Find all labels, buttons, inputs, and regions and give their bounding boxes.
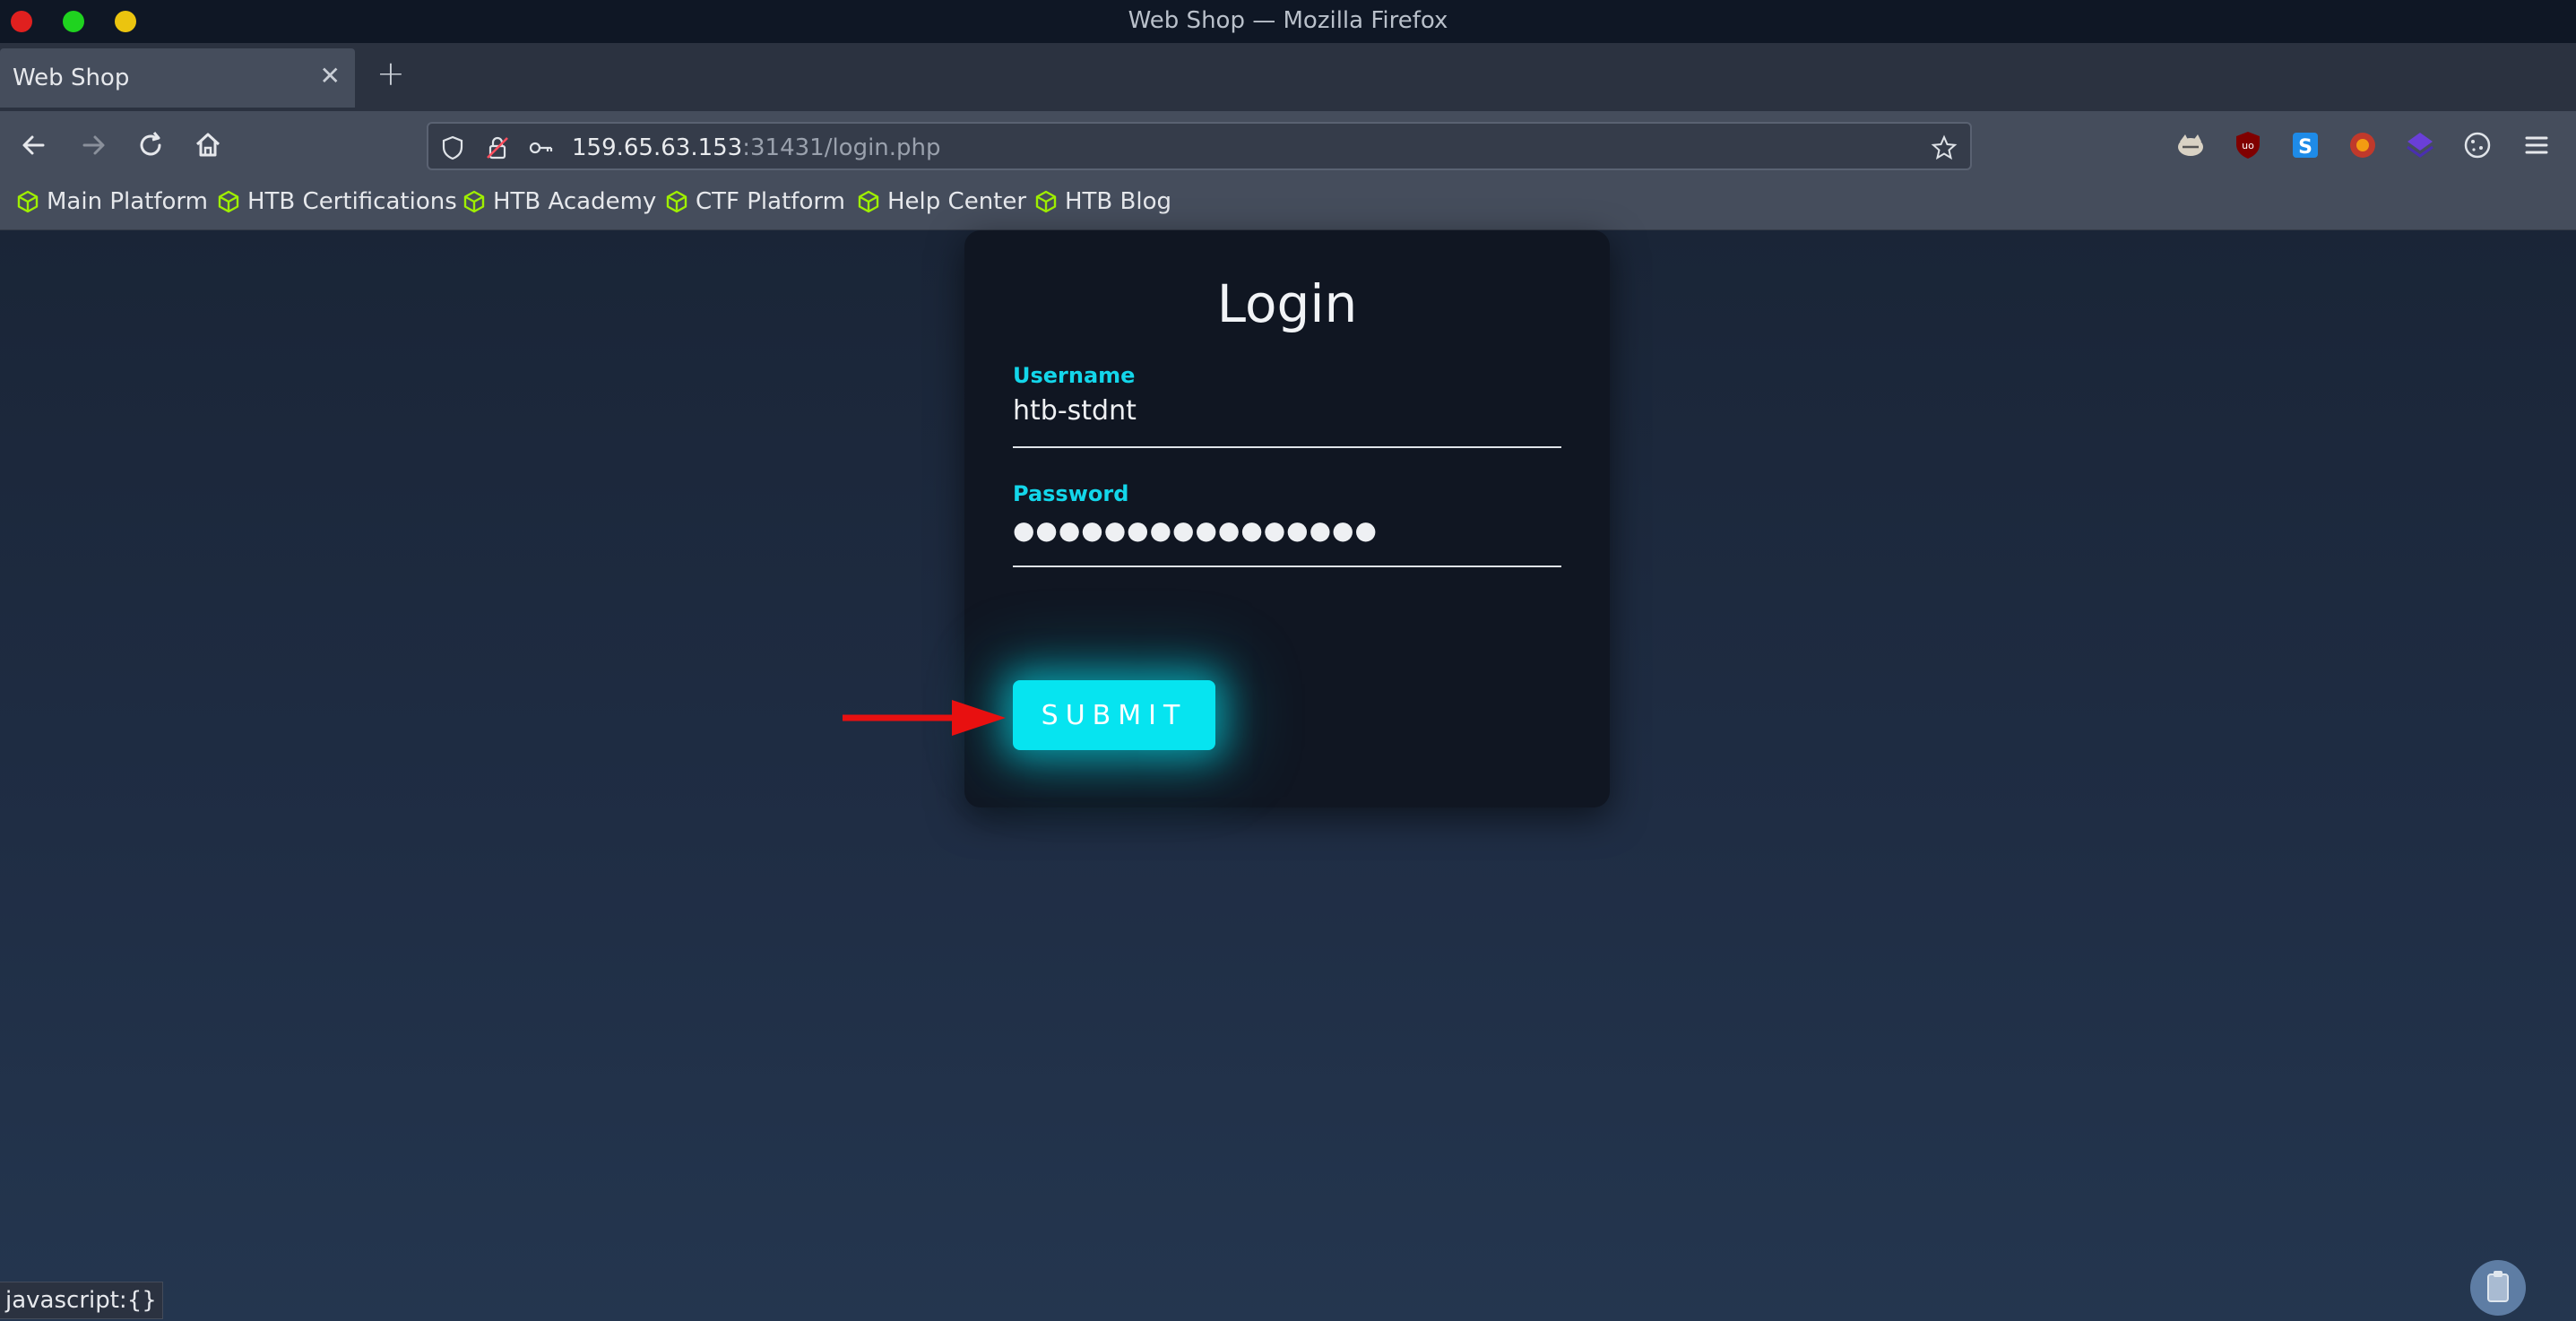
password-input[interactable]: ●●●●●●●●●●●●●●●● [1013, 515, 1378, 545]
bookmark-label: Main Platform [47, 188, 208, 215]
bookmarks-toolbar: Main Platform HTB Certifications HTB Aca… [0, 181, 2576, 230]
url-text[interactable]: 159.65.63.153:31431/login.php [572, 134, 941, 161]
bookmark-label: HTB Certifications [247, 188, 457, 215]
cookie-icon[interactable] [2461, 129, 2494, 161]
url-path: :31431/login.php [742, 134, 941, 161]
htb-cube-icon [858, 190, 879, 213]
password-underline [1013, 566, 1561, 567]
tab-bar: Web Shop ✕ + [0, 43, 2576, 111]
htb-cube-icon [463, 190, 485, 213]
htb-cube-icon [218, 190, 239, 213]
bookmark-label: CTF Platform [696, 188, 845, 215]
clipboard-icon [2487, 1271, 2509, 1302]
url-host: 159.65.63.153 [572, 134, 743, 161]
window-titlebar: Web Shop — Mozilla Firefox [0, 0, 2576, 43]
bookmark-help-center[interactable]: Help Center [857, 188, 1026, 215]
navigation-bar: 159.65.63.153:31431/login.php uo S [0, 111, 2576, 181]
shield-icon[interactable] [439, 134, 466, 161]
insecure-lock-icon[interactable] [484, 134, 511, 161]
page-content: Login Username htb-stdnt Password ●●●●●●… [0, 230, 2576, 1321]
ublock-icon[interactable]: uo [2232, 129, 2264, 161]
bookmark-ctf-platform[interactable]: CTF Platform [665, 188, 845, 215]
status-bar: javascript:{} [0, 1282, 163, 1319]
clipboard-button[interactable] [2470, 1260, 2526, 1316]
foxyproxy-icon[interactable] [2174, 129, 2207, 161]
new-tab-button[interactable]: + [376, 54, 405, 93]
svg-text:uo: uo [2242, 140, 2254, 151]
login-card: Login Username htb-stdnt Password ●●●●●●… [964, 230, 1610, 807]
htb-cube-icon [17, 190, 39, 213]
key-icon[interactable] [527, 134, 554, 161]
window-title: Web Shop — Mozilla Firefox [1128, 7, 1448, 34]
bookmark-htb-blog[interactable]: HTB Blog [1034, 188, 1171, 215]
htb-cube-icon [1035, 190, 1057, 213]
forward-arrow-icon[interactable] [75, 127, 111, 163]
bookmark-htb-certifications[interactable]: HTB Certifications [217, 188, 457, 215]
url-bar[interactable]: 159.65.63.153:31431/login.php [427, 122, 1972, 170]
home-icon[interactable] [190, 127, 226, 163]
hamburger-menu-icon[interactable] [2520, 129, 2553, 161]
reload-icon[interactable] [133, 127, 169, 163]
bookmark-htb-academy[interactable]: HTB Academy [462, 188, 656, 215]
bookmark-label: Help Center [887, 188, 1027, 215]
bookmark-main-platform[interactable]: Main Platform [16, 188, 208, 215]
login-title: Login [1216, 273, 1358, 334]
bookmark-label: HTB Blog [1065, 188, 1172, 215]
back-arrow-icon[interactable] [16, 127, 52, 163]
sider-extension-icon[interactable]: S [2289, 129, 2321, 161]
submit-button[interactable]: SUBMIT [1013, 680, 1215, 750]
tab-close-icon[interactable]: ✕ [320, 61, 341, 91]
svg-text:S: S [2298, 136, 2312, 159]
password-label: Password [1013, 481, 1129, 506]
tab-web-shop[interactable]: Web Shop ✕ [0, 48, 355, 108]
username-label: Username [1013, 363, 1136, 388]
burp-fox-icon[interactable] [2347, 129, 2379, 161]
username-input[interactable]: htb-stdnt [1013, 395, 1137, 427]
bookmark-label: HTB Academy [493, 188, 657, 215]
htb-cube-icon [666, 190, 687, 213]
wappalyzer-icon[interactable] [2404, 129, 2436, 161]
tab-title: Web Shop [13, 65, 130, 91]
red-arrow-annotation [843, 700, 1006, 736]
username-underline [1013, 446, 1561, 448]
bookmark-star-icon[interactable] [1931, 134, 1958, 161]
